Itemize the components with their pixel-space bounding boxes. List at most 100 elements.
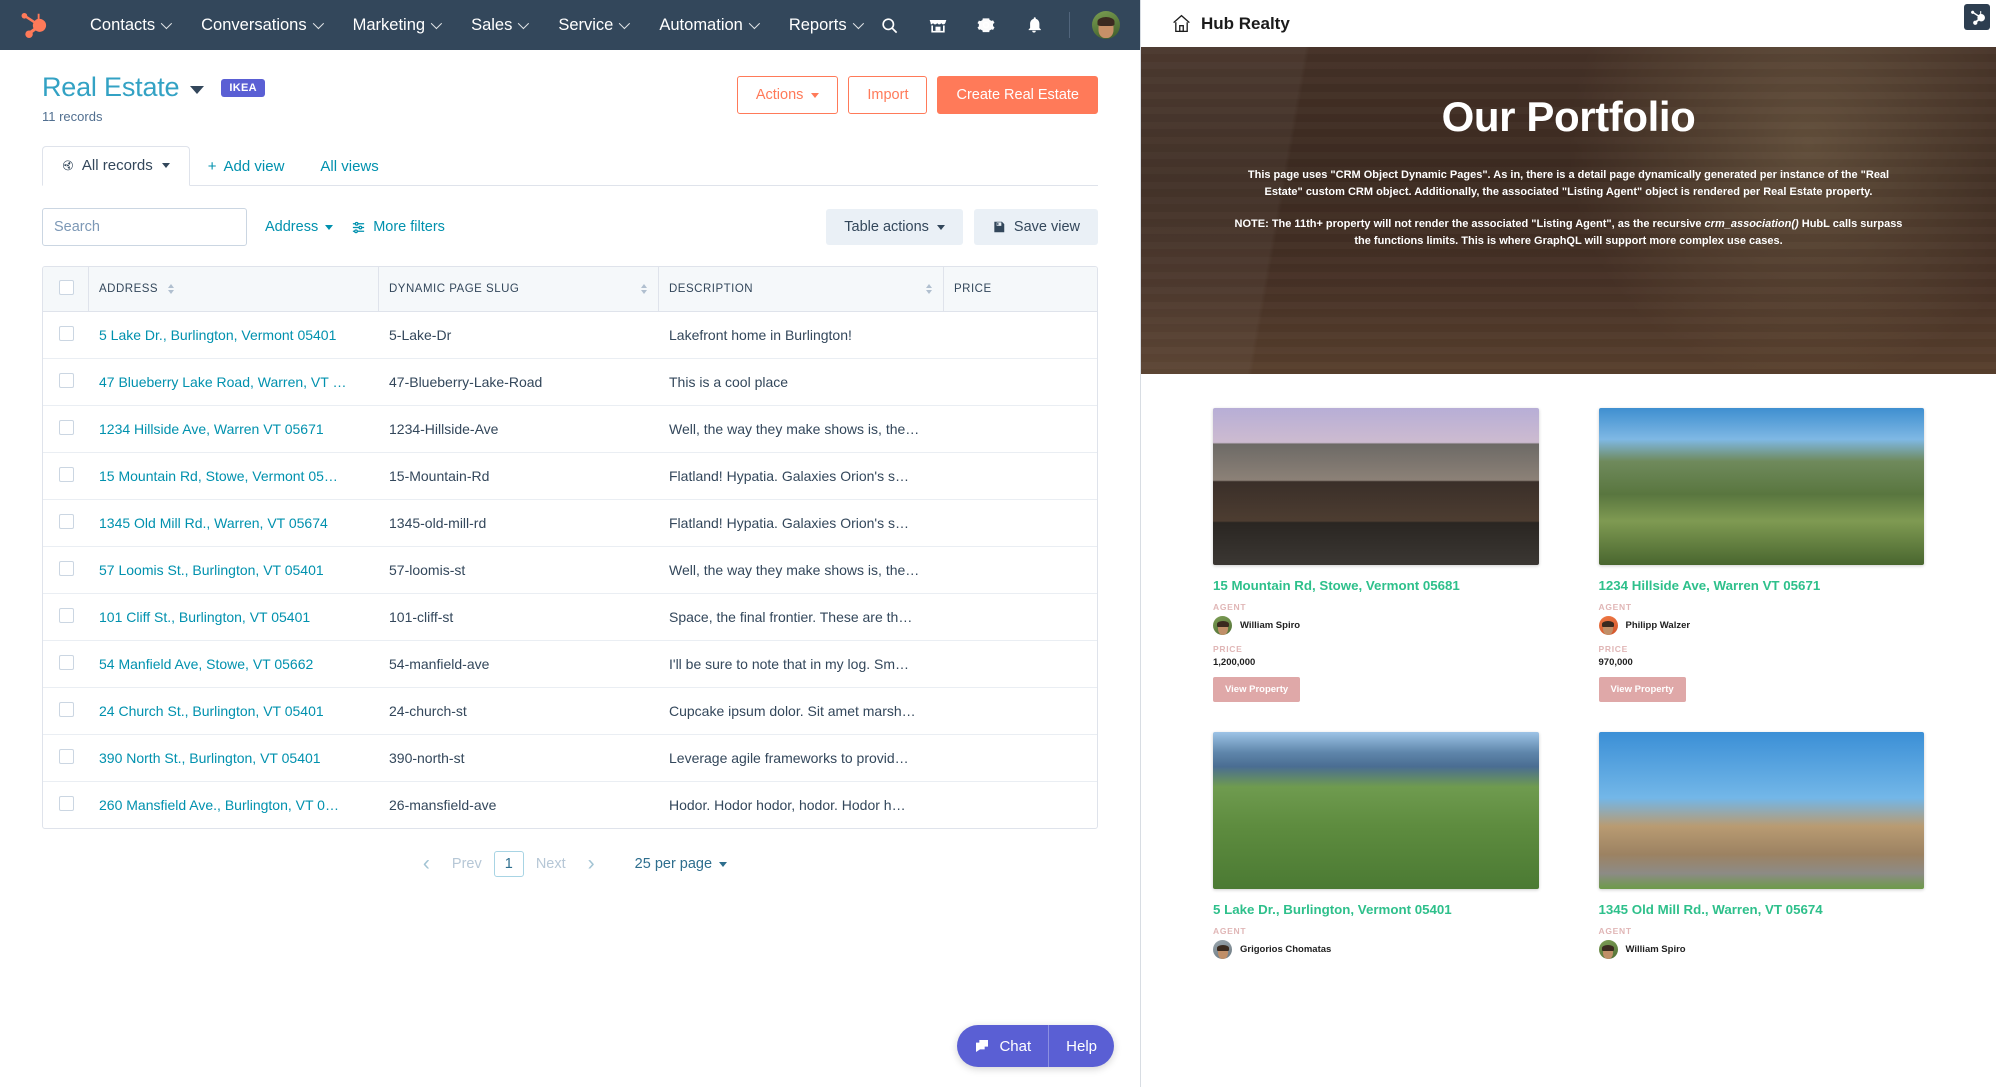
search-icon[interactable]: [877, 12, 903, 38]
column-header-slug[interactable]: DYNAMIC PAGE SLUG: [379, 267, 659, 312]
table-row[interactable]: 47 Blueberry Lake Road, Warren, VT …47-B…: [43, 359, 1097, 406]
table-row[interactable]: 5 Lake Dr., Burlington, Vermont 054015-L…: [43, 312, 1097, 359]
all-views-link[interactable]: All views: [302, 148, 396, 185]
agent-avatar: [1213, 616, 1232, 635]
help-button[interactable]: Help: [1049, 1025, 1114, 1067]
table-row[interactable]: 101 Cliff St., Burlington, VT 05401101-c…: [43, 594, 1097, 641]
property-title[interactable]: 1234 Hillside Ave, Warren VT 05671: [1599, 578, 1925, 593]
hubspot-sprocket-icon[interactable]: [18, 10, 48, 40]
nav-item-contacts[interactable]: Contacts: [74, 10, 185, 41]
view-property-button[interactable]: View Property: [1599, 677, 1686, 702]
notifications-bell-icon[interactable]: [1021, 12, 1047, 38]
chat-button[interactable]: Chat: [957, 1025, 1048, 1067]
sort-icon[interactable]: [641, 284, 647, 294]
row-select-cell: [43, 453, 89, 500]
pagination: ‹ Prev 1 Next › 25 per page: [42, 851, 1098, 877]
property-image[interactable]: [1599, 732, 1925, 889]
filter-icon: [351, 220, 366, 235]
row-checkbox[interactable]: [59, 326, 74, 341]
sort-icon[interactable]: [168, 284, 174, 294]
search-box[interactable]: [42, 208, 247, 246]
sort-icon[interactable]: [926, 284, 932, 294]
table-row[interactable]: 24 Church St., Burlington, VT 0540124-ch…: [43, 688, 1097, 735]
settings-gear-icon[interactable]: [973, 12, 999, 38]
more-filters-button[interactable]: More filters: [351, 219, 445, 235]
hero-paragraph-1: This page uses "CRM Object Dynamic Pages…: [1233, 167, 1904, 201]
address-link[interactable]: 57 Loomis St., Burlington, VT 05401: [99, 562, 324, 578]
property-title[interactable]: 15 Mountain Rd, Stowe, Vermont 05681: [1213, 578, 1539, 593]
property-image[interactable]: [1599, 408, 1925, 565]
table-row[interactable]: 57 Loomis St., Burlington, VT 0540157-lo…: [43, 547, 1097, 594]
row-checkbox[interactable]: [59, 467, 74, 482]
table-row[interactable]: 1234 Hillside Ave, Warren VT 05671 1234-H…: [43, 406, 1097, 453]
chevron-down-icon: [161, 18, 172, 29]
search-input[interactable]: [54, 219, 241, 235]
address-link[interactable]: 101 Cliff St., Burlington, VT 05401: [99, 609, 310, 625]
table-row[interactable]: 54 Manfield Ave, Stowe, VT 0566254-manfi…: [43, 641, 1097, 688]
row-checkbox[interactable]: [59, 608, 74, 623]
property-image[interactable]: [1213, 732, 1539, 889]
cell-price: [944, 594, 1097, 641]
address-link[interactable]: 1234 Hillside Ave, Warren VT 05671: [99, 421, 324, 437]
cell-slug: 1234-Hillside-Ave: [379, 406, 659, 453]
nav-item-service[interactable]: Service: [542, 10, 643, 41]
nav-label: Service: [558, 16, 613, 35]
page-title[interactable]: Real Estate: [42, 72, 179, 103]
table-actions-button[interactable]: Table actions: [826, 209, 963, 245]
chat-label: Chat: [999, 1038, 1031, 1055]
prev-arrow-icon[interactable]: ‹: [413, 852, 440, 876]
nav-item-automation[interactable]: Automation: [643, 10, 772, 41]
table-row[interactable]: 15 Mountain Rd, Stowe, Vermont 05… 15-Mou…: [43, 453, 1097, 500]
nav-item-marketing[interactable]: Marketing: [337, 10, 455, 41]
site-brand[interactable]: Hub Realty: [1171, 13, 1290, 34]
create-real-estate-button[interactable]: Create Real Estate: [937, 76, 1098, 114]
row-checkbox[interactable]: [59, 655, 74, 670]
address-filter[interactable]: Address: [265, 219, 333, 235]
row-checkbox[interactable]: [59, 749, 74, 764]
chevron-down-icon[interactable]: [190, 86, 204, 94]
save-view-button[interactable]: Save view: [974, 209, 1098, 245]
column-header-address[interactable]: ADDRESS: [89, 267, 379, 312]
cell-price: [944, 406, 1097, 453]
prev-button[interactable]: Prev: [444, 856, 490, 872]
address-link[interactable]: 47 Blueberry Lake Road, Warren, VT …: [99, 374, 346, 390]
property-image[interactable]: [1213, 408, 1539, 565]
row-checkbox[interactable]: [59, 514, 74, 529]
actions-button[interactable]: Actions: [737, 76, 839, 114]
property-title[interactable]: 5 Lake Dr., Burlington, Vermont 05401: [1213, 902, 1539, 917]
address-link[interactable]: 390 North St., Burlington, VT 05401: [99, 750, 321, 766]
cell-slug: 15-Mountain-Rd: [379, 453, 659, 500]
next-button[interactable]: Next: [528, 856, 574, 872]
table-row[interactable]: 390 North St., Burlington, VT 05401390-n…: [43, 735, 1097, 782]
address-link[interactable]: 260 Mansfield Ave., Burlington, VT 0…: [99, 797, 339, 813]
next-arrow-icon[interactable]: ›: [578, 852, 605, 876]
select-all-checkbox[interactable]: [59, 280, 74, 295]
view-property-button[interactable]: View Property: [1213, 677, 1300, 702]
add-view-button[interactable]: + Add view: [190, 148, 303, 185]
table-row[interactable]: 1345 Old Mill Rd., Warren, VT 056741345-…: [43, 500, 1097, 547]
address-link[interactable]: 15 Mountain Rd, Stowe, Vermont 05…: [99, 468, 338, 484]
column-header-price[interactable]: PRICE: [944, 267, 1097, 312]
nav-item-reports[interactable]: Reports: [773, 10, 877, 41]
property-title[interactable]: 1345 Old Mill Rd., Warren, VT 05674: [1599, 902, 1925, 917]
address-link[interactable]: 54 Manfield Ave, Stowe, VT 05662: [99, 656, 313, 672]
marketplace-icon[interactable]: [925, 12, 951, 38]
current-page[interactable]: 1: [494, 851, 524, 877]
table-row[interactable]: 260 Mansfield Ave., Burlington, VT 0…26-…: [43, 782, 1097, 829]
hubspot-sprocket-icon[interactable]: [1964, 4, 1990, 30]
row-checkbox[interactable]: [59, 420, 74, 435]
nav-item-conversations[interactable]: Conversations: [185, 10, 336, 41]
address-link[interactable]: 24 Church St., Burlington, VT 05401: [99, 703, 324, 719]
import-button[interactable]: Import: [848, 76, 927, 114]
tab-all-records[interactable]: ✇ All records: [42, 146, 190, 186]
nav-item-sales[interactable]: Sales: [455, 10, 542, 41]
row-checkbox[interactable]: [59, 702, 74, 717]
row-checkbox[interactable]: [59, 373, 74, 388]
avatar[interactable]: [1092, 11, 1120, 39]
column-header-description[interactable]: DESCRIPTION: [659, 267, 944, 312]
per-page-selector[interactable]: 25 per page: [635, 856, 727, 872]
row-checkbox[interactable]: [59, 796, 74, 811]
address-link[interactable]: 1345 Old Mill Rd., Warren, VT 05674: [99, 515, 328, 531]
row-checkbox[interactable]: [59, 561, 74, 576]
address-link[interactable]: 5 Lake Dr., Burlington, Vermont 05401: [99, 327, 336, 343]
